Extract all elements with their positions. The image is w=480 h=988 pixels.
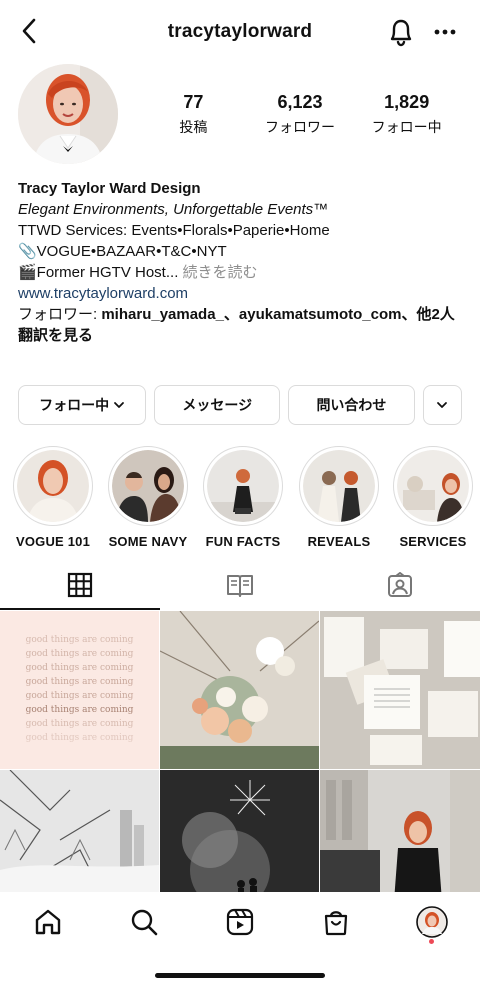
search-icon — [131, 909, 158, 936]
profile-tabs — [0, 560, 480, 610]
highlight-cover — [207, 450, 279, 522]
highlight-services[interactable]: SERVICES — [387, 446, 479, 549]
highlight-cover — [303, 450, 375, 522]
highlight-cover — [112, 450, 184, 522]
bell-icon[interactable] — [386, 16, 416, 48]
ellipsis-icon[interactable] — [432, 20, 458, 44]
highlight-ring — [13, 446, 93, 526]
following-label: フォロー中 — [371, 119, 442, 135]
highlight-label: REVEALS — [307, 534, 371, 549]
profile-bio: Tracy Taylor Ward Design Elegant Environ… — [18, 178, 464, 346]
posts-label: 投稿 — [179, 119, 208, 135]
coming-text-stack: good things are coming good things are c… — [0, 611, 159, 745]
tab-guides[interactable] — [160, 560, 320, 610]
bio-services: TTWD Services: Events•Florals•Paperie•Ho… — [18, 222, 330, 239]
highlight-cover — [397, 450, 469, 522]
guides-icon — [227, 575, 253, 597]
profile-avatar-icon — [416, 906, 448, 938]
highlight-vogue-101[interactable]: VOGUE 101 — [7, 446, 99, 549]
highlight-ring — [108, 446, 188, 526]
suggested-button[interactable] — [422, 385, 462, 425]
nav-shop[interactable] — [312, 898, 360, 946]
shop-icon — [324, 911, 348, 936]
floral-photo — [160, 611, 319, 769]
message-button[interactable]: メッセージ — [154, 385, 281, 425]
following-button[interactable]: フォロー中 — [18, 385, 147, 425]
chevron-down-icon — [114, 402, 124, 408]
highlight-label: VOGUE 101 — [15, 534, 91, 549]
website-link[interactable]: www.tracytaylorward.com — [18, 283, 464, 304]
followed-by-names: miharu_yamada_、ayukamatsumoto_com、他2人 — [101, 306, 455, 323]
following-count: 1,829 — [384, 92, 430, 112]
highlight-reveals[interactable]: REVEALS — [293, 446, 385, 549]
home-indicator[interactable] — [155, 973, 325, 978]
display-name: Tracy Taylor Ward Design — [18, 180, 201, 197]
post-thumbnail[interactable] — [320, 611, 480, 769]
coming-line: good things are coming — [25, 691, 134, 701]
highlight-label: SOME NAVY — [108, 534, 188, 549]
profile-stats: 77 投稿 6,123 フォロワー 1,829 フォロー中 — [140, 92, 460, 137]
coming-line: good things are coming — [25, 733, 134, 743]
nav-reels[interactable] — [216, 898, 264, 946]
reels-icon — [226, 908, 254, 936]
following-button-label: フォロー中 — [39, 397, 110, 413]
profile-avatar[interactable] — [18, 64, 118, 164]
coming-line: good things are coming — [25, 649, 134, 659]
posts-count: 77 — [183, 92, 204, 112]
read-more-link[interactable]: 続きを読む — [183, 264, 258, 281]
post-thumbnail[interactable] — [160, 611, 319, 769]
followed-by-prefix: フォロワー: — [18, 306, 102, 323]
post-thumbnail[interactable]: good things are coming good things are c… — [0, 611, 159, 769]
grid-icon — [67, 572, 93, 598]
tagged-icon — [388, 572, 412, 597]
coming-line: good things are coming — [25, 635, 134, 645]
bottom-navigation — [0, 892, 480, 952]
highlight-label: FUN FACTS — [205, 534, 281, 549]
stationery-photo — [320, 611, 480, 769]
highlight-fun-facts[interactable]: FUN FACTS — [197, 446, 289, 549]
stat-posts[interactable]: 77 投稿 — [140, 92, 247, 137]
bio-hgtv: 🎬Former HGTV Host... — [18, 264, 179, 281]
profile-page: tracytaylorward 77 投稿 6,123 フォロワー 1,829 … — [0, 0, 480, 988]
nav-profile[interactable] — [408, 898, 456, 946]
bio-hgtv-line: 🎬Former HGTV Host... 続きを読む — [18, 262, 464, 283]
profile-actions: フォロー中 メッセージ 問い合わせ — [18, 385, 462, 425]
story-highlights: VOGUE 101 SOME NAVY FUN FACTS REVEALS SE… — [0, 446, 480, 549]
highlight-label: SERVICES — [399, 534, 467, 549]
nav-search[interactable] — [120, 898, 168, 946]
posts-grid: good things are coming good things are c… — [0, 611, 480, 928]
chevron-left-icon[interactable] — [16, 14, 42, 48]
highlight-cover — [17, 450, 89, 522]
home-icon — [35, 909, 61, 935]
highlight-some-navy[interactable]: SOME NAVY — [102, 446, 194, 549]
notification-dot — [429, 939, 434, 944]
profile-username: tracytaylorward — [167, 21, 313, 42]
nav-home[interactable] — [24, 898, 72, 946]
bio-tagline: Elegant Environments, Unforgettable Even… — [18, 201, 329, 218]
highlight-ring — [393, 446, 473, 526]
contact-button[interactable]: 問い合わせ — [288, 385, 415, 425]
coming-line: good things are coming — [25, 677, 134, 687]
top-bar: tracytaylorward — [0, 0, 480, 64]
highlight-ring — [299, 446, 379, 526]
stat-following[interactable]: 1,829 フォロー中 — [353, 92, 460, 137]
coming-line: good things are coming — [25, 705, 134, 715]
tab-posts[interactable] — [0, 560, 160, 610]
followers-label: フォロワー — [265, 119, 335, 135]
bio-press: 📎VOGUE•BAZAAR•T&C•NYT — [18, 243, 227, 260]
coming-line: good things are coming — [25, 663, 134, 673]
highlight-ring — [203, 446, 283, 526]
followers-count: 6,123 — [277, 92, 323, 112]
translate-link[interactable]: 翻訳を見る — [18, 325, 464, 346]
stat-followers[interactable]: 6,123 フォロワー — [247, 92, 354, 137]
coming-line: good things are coming — [25, 719, 134, 729]
chevron-down-icon — [437, 402, 448, 408]
followed-by[interactable]: フォロワー: miharu_yamada_、ayukamatsumoto_com… — [18, 304, 464, 325]
tab-tagged[interactable] — [320, 560, 480, 610]
